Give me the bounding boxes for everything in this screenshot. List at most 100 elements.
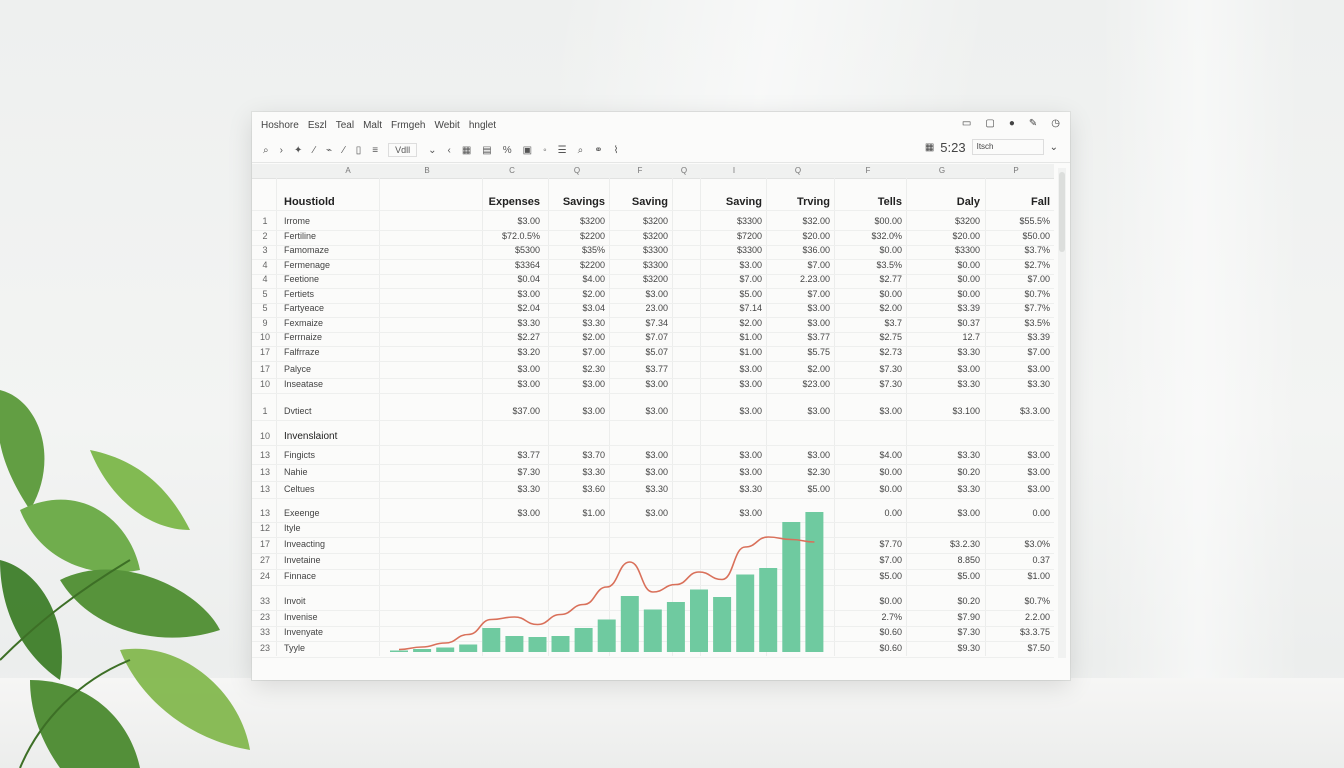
table-cell[interactable]: 2.23.00: [760, 274, 830, 284]
table-cell[interactable]: $0.60: [832, 627, 902, 637]
table-cell[interactable]: Saving: [692, 196, 762, 208]
layout-icon[interactable]: ▢: [985, 118, 994, 129]
row-number[interactable]: 1: [256, 216, 274, 226]
table-cell[interactable]: $3.5%: [832, 260, 902, 270]
table-row[interactable]: 5 Fartyeace $2.04 $3.04 23.00 $7.14 $3.00 $2.00…: [252, 303, 1054, 318]
table-cell[interactable]: $3364: [470, 260, 540, 270]
row-number[interactable]: 4: [256, 260, 274, 270]
table-cell[interactable]: $3.5%: [980, 318, 1050, 328]
row-number[interactable]: 4: [256, 274, 274, 284]
table-cell[interactable]: $0.7%: [980, 596, 1050, 606]
table-cell[interactable]: $3.30: [598, 484, 668, 494]
table-cell[interactable]: $7.30: [832, 379, 902, 389]
menu-item[interactable]: Webit: [434, 120, 459, 131]
table-cell[interactable]: $3.77: [760, 332, 830, 342]
table-cell[interactable]: $3.00: [598, 467, 668, 477]
table-row[interactable]: 13 Nahie $7.30 $3.30 $3.00 $3.00 $2.30 $0.00 $0.…: [252, 467, 1054, 482]
table-row[interactable]: 13 Celtues $3.30 $3.60 $3.30 $3.30 $5.00 $0.00 $…: [252, 484, 1054, 499]
table-cell[interactable]: $3.2.30: [910, 539, 980, 549]
edit-icon[interactable]: ✎: [1029, 118, 1037, 129]
column-letter[interactable]: F: [630, 166, 650, 175]
table-cell[interactable]: $3.00: [692, 260, 762, 270]
table-cell[interactable]: $3.7: [832, 318, 902, 328]
zoom-icon[interactable]: ⌕: [578, 145, 584, 156]
table-cell[interactable]: $2200: [535, 260, 605, 270]
table-cell[interactable]: $7.7%: [980, 303, 1050, 313]
column-letter[interactable]: Q: [567, 166, 587, 175]
table-cell[interactable]: $50.00: [980, 231, 1050, 241]
table-cell[interactable]: $7.00: [980, 347, 1050, 357]
brush-icon[interactable]: ⌁: [326, 145, 332, 156]
table-cell[interactable]: $3.30: [980, 379, 1050, 389]
table-cell[interactable]: $3.00: [760, 406, 830, 416]
table-cell[interactable]: $37.00: [470, 406, 540, 416]
table-cell[interactable]: $3.00: [470, 379, 540, 389]
table-row[interactable]: 4 Feetione $0.04 $4.00 $3200 $7.00 2.23.00 $2.7…: [252, 274, 1054, 289]
table-cell[interactable]: $2.7%: [980, 260, 1050, 270]
table-cell[interactable]: Tells: [832, 196, 902, 208]
table-cell[interactable]: $3.60: [535, 484, 605, 494]
table-cell[interactable]: $3.30: [910, 347, 980, 357]
table-cell[interactable]: $0.00: [910, 289, 980, 299]
table-cell[interactable]: $32.00: [760, 216, 830, 226]
search-icon[interactable]: ⌕: [263, 145, 269, 156]
table-cell[interactable]: $3.30: [470, 318, 540, 328]
table-cell[interactable]: 0.00: [980, 508, 1050, 518]
table-cell[interactable]: $7.30: [470, 467, 540, 477]
table-cell[interactable]: $3.30: [535, 467, 605, 477]
table-cell[interactable]: $3.00: [598, 450, 668, 460]
table-cell[interactable]: $0.00: [832, 289, 902, 299]
font-select[interactable]: Vdll: [388, 143, 418, 157]
link-icon[interactable]: ⚭: [594, 145, 602, 156]
table-cell[interactable]: $3.00: [598, 406, 668, 416]
scroll-thumb[interactable]: [1059, 172, 1065, 252]
table-cell[interactable]: $1.00: [692, 332, 762, 342]
row-number[interactable]: 5: [256, 289, 274, 299]
table-cell[interactable]: $3.30: [910, 450, 980, 460]
row-number[interactable]: 2: [256, 231, 274, 241]
table-cell[interactable]: $7.14: [692, 303, 762, 313]
table-row[interactable]: 4 Fermenage $3364 $2200 $3300 $3.00 $7.00 $3.5%…: [252, 260, 1054, 275]
table-cell[interactable]: $5.00: [692, 289, 762, 299]
table-cell[interactable]: $2.77: [832, 274, 902, 284]
table-cell[interactable]: $3.00: [692, 406, 762, 416]
table-cell[interactable]: $20.00: [760, 231, 830, 241]
table-cell[interactable]: $3.7%: [980, 245, 1050, 255]
column-letter[interactable]: A: [338, 166, 358, 175]
circle-icon[interactable]: ◦: [543, 145, 547, 156]
table-cell[interactable]: $3200: [535, 216, 605, 226]
vertical-scrollbar[interactable]: [1058, 168, 1066, 658]
table-cell[interactable]: $3200: [910, 216, 980, 226]
table-cell[interactable]: $72.0.5%: [470, 231, 540, 241]
table-cell[interactable]: $35%: [535, 245, 605, 255]
table-cell[interactable]: Daly: [910, 196, 980, 208]
pencil-icon[interactable]: ∕: [343, 145, 345, 156]
table-cell[interactable]: Saving: [598, 196, 668, 208]
table-cell[interactable]: $2.00: [832, 303, 902, 313]
table-cell[interactable]: $1.00: [980, 571, 1050, 581]
table-cell[interactable]: $36.00: [760, 245, 830, 255]
table-cell[interactable]: $3.00: [980, 467, 1050, 477]
grid-icon[interactable]: ▦: [462, 145, 471, 156]
table-cell[interactable]: $3300: [598, 260, 668, 270]
table-row[interactable]: 3 Famomaze $5300 $35% $3300 $3300 $36.00 $0.00 $…: [252, 245, 1054, 260]
table-cell[interactable]: $3.00: [692, 450, 762, 460]
table-cell[interactable]: $2.00: [692, 318, 762, 328]
pen-icon[interactable]: ∕: [313, 145, 315, 156]
table-cell[interactable]: 23.00: [598, 303, 668, 313]
column-letter[interactable]: P: [1006, 166, 1026, 175]
table-cell[interactable]: $00.00: [832, 216, 902, 226]
table-cell[interactable]: $3.30: [692, 484, 762, 494]
window-icon[interactable]: ▭: [962, 118, 971, 129]
table-cell[interactable]: $4.00: [535, 274, 605, 284]
table-cell[interactable]: $3200: [598, 216, 668, 226]
table-cell[interactable]: $2.30: [760, 467, 830, 477]
table-cell[interactable]: $0.20: [910, 596, 980, 606]
column-letter[interactable]: C: [502, 166, 522, 175]
table-cell[interactable]: $20.00: [910, 231, 980, 241]
table-cell[interactable]: $0.00: [832, 467, 902, 477]
column-letter[interactable]: I: [724, 166, 744, 175]
table-cell[interactable]: $7.07: [598, 332, 668, 342]
table-cell[interactable]: $3.3.75: [980, 627, 1050, 637]
table-cell[interactable]: $2.73: [832, 347, 902, 357]
